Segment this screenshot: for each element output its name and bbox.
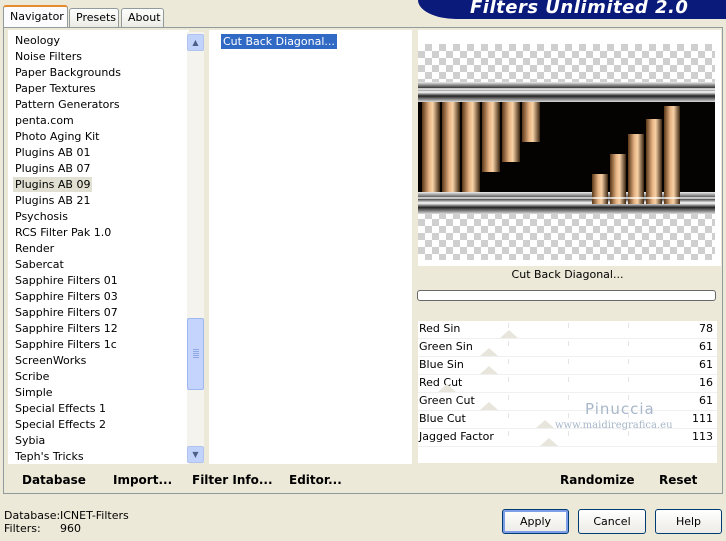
slider-row: Green Cut 61 bbox=[418, 393, 717, 411]
slider-label: Blue Cut bbox=[419, 412, 466, 425]
slider-thumb[interactable] bbox=[480, 402, 498, 410]
progress-bar bbox=[417, 290, 716, 301]
bottom-action-bar: Database Import... Filter Info... Editor… bbox=[8, 466, 717, 493]
status-filters-label: Filters: bbox=[4, 522, 41, 535]
preview-graphic bbox=[418, 82, 715, 214]
tab-navigator-label: Navigator bbox=[10, 10, 64, 23]
slider-row: Red Cut 16 bbox=[418, 375, 717, 393]
slider-row: Jagged Factor 113 bbox=[418, 429, 717, 447]
scroll-down-button[interactable]: ▼ bbox=[187, 446, 204, 463]
status-database-value: ICNET-Filters bbox=[60, 509, 129, 522]
watermark-url: www.maidiregrafica.eu bbox=[555, 420, 673, 431]
slider-track[interactable] bbox=[478, 377, 658, 382]
category-item[interactable]: Sapphire Filters 07 bbox=[13, 305, 120, 320]
category-item[interactable]: Special Effects 2 bbox=[13, 417, 108, 432]
help-button[interactable]: Help bbox=[655, 509, 722, 534]
slider-label: Green Sin bbox=[419, 340, 473, 353]
tab-about-label: About bbox=[128, 11, 161, 24]
filter-info-button[interactable]: Filter Info... bbox=[192, 473, 273, 487]
selected-filter-name: Cut Back Diagonal... bbox=[511, 268, 624, 281]
parameter-sliders: Red Sin 78 Green Sin 61 Blue Sin 61 Red Cut 16 G… bbox=[418, 321, 717, 463]
slider-value: 113 bbox=[692, 430, 713, 443]
preview-image bbox=[418, 44, 715, 260]
category-item[interactable]: Sapphire Filters 03 bbox=[13, 289, 120, 304]
tab-presets-label: Presets bbox=[76, 11, 117, 24]
category-item[interactable]: penta.com bbox=[13, 113, 76, 128]
status-filters-value: 960 bbox=[60, 522, 81, 535]
randomize-button[interactable]: Randomize bbox=[560, 473, 634, 487]
slider-value: 16 bbox=[699, 376, 713, 389]
slider-track[interactable] bbox=[478, 359, 658, 364]
scroll-up-button[interactable]: ▲ bbox=[187, 34, 204, 51]
editor-button[interactable]: Editor... bbox=[289, 473, 342, 487]
slider-row: Blue Sin 61 bbox=[418, 357, 717, 375]
slider-track[interactable] bbox=[478, 323, 658, 328]
category-item[interactable]: Special Effects 1 bbox=[13, 401, 108, 416]
category-item[interactable]: Sabercat bbox=[13, 257, 66, 272]
slider-label: Red Sin bbox=[419, 322, 461, 335]
category-item[interactable]: Simple bbox=[13, 385, 55, 400]
reset-button[interactable]: Reset bbox=[659, 473, 697, 487]
category-item[interactable]: Paper Backgrounds bbox=[13, 65, 123, 80]
slider-row: Green Sin 61 bbox=[418, 339, 717, 357]
tab-presets[interactable]: Presets bbox=[69, 8, 119, 27]
apply-button[interactable]: Apply bbox=[502, 509, 569, 534]
slider-value: 111 bbox=[692, 412, 713, 425]
category-list[interactable]: Neology Noise Filters Paper Backgrounds Pap… bbox=[8, 30, 189, 464]
slider-track[interactable] bbox=[478, 341, 658, 346]
slider-label: Blue Sin bbox=[419, 358, 464, 371]
chevron-down-icon: ▼ bbox=[192, 450, 199, 459]
slider-track[interactable] bbox=[478, 431, 658, 436]
cancel-button[interactable]: Cancel bbox=[578, 509, 646, 534]
category-item[interactable]: Sapphire Filters 1c bbox=[13, 337, 119, 352]
category-item[interactable]: Scribe bbox=[13, 369, 51, 384]
category-item[interactable]: Photo Aging Kit bbox=[13, 129, 101, 144]
category-item[interactable]: Sapphire Filters 01 bbox=[13, 273, 120, 288]
banner-title: Filters Unlimited 2.0 bbox=[470, 0, 689, 18]
category-item[interactable]: Teph's Tricks bbox=[13, 449, 86, 464]
slider-value: 61 bbox=[699, 394, 713, 407]
category-item[interactable]: Render bbox=[13, 241, 56, 256]
grip-icon bbox=[193, 349, 199, 358]
category-item[interactable]: Noise Filters bbox=[13, 49, 84, 64]
category-scrollbar[interactable]: ▲ ▼ bbox=[187, 32, 204, 463]
slider-thumb[interactable] bbox=[536, 420, 554, 428]
title-banner: Filters Unlimited 2.0 bbox=[418, 0, 726, 19]
slider-thumb[interactable] bbox=[540, 438, 558, 446]
category-item[interactable]: Plugins AB 01 bbox=[13, 145, 92, 160]
watermark-name: Pinuccia bbox=[585, 400, 655, 418]
category-item[interactable]: RCS Filter Pak 1.0 bbox=[13, 225, 113, 240]
category-item[interactable]: Neology bbox=[13, 33, 62, 48]
category-item[interactable]: Pattern Generators bbox=[13, 97, 122, 112]
filter-item[interactable]: Cut Back Diagonal... bbox=[221, 34, 337, 49]
slider-value: 61 bbox=[699, 340, 713, 353]
slider-thumb[interactable] bbox=[480, 348, 498, 356]
category-item[interactable]: ScreenWorks bbox=[13, 353, 88, 368]
category-item[interactable]: Plugins AB 07 bbox=[13, 161, 92, 176]
scroll-thumb[interactable] bbox=[187, 318, 204, 390]
slider-value: 61 bbox=[699, 358, 713, 371]
slider-thumb[interactable] bbox=[500, 330, 518, 338]
filter-list[interactable]: Cut Back Diagonal... bbox=[209, 30, 412, 464]
category-item[interactable]: Plugins AB 09 bbox=[13, 177, 93, 192]
category-item[interactable]: Sybia bbox=[13, 433, 47, 448]
category-item[interactable]: Sapphire Filters 12 bbox=[13, 321, 120, 336]
slider-label: Green Cut bbox=[419, 394, 475, 407]
slider-value: 78 bbox=[699, 322, 713, 335]
tab-about[interactable]: About bbox=[121, 8, 164, 27]
database-button[interactable]: Database bbox=[22, 473, 86, 487]
tab-navigator[interactable]: Navigator bbox=[3, 5, 68, 28]
category-item[interactable]: Plugins AB 21 bbox=[13, 193, 92, 208]
tab-bar: Navigator Presets About Filters Unlimite… bbox=[0, 0, 726, 28]
category-item[interactable]: Paper Textures bbox=[13, 81, 98, 96]
slider-thumb[interactable] bbox=[438, 384, 456, 392]
slider-row: Red Sin 78 bbox=[418, 321, 717, 339]
status-database-label: Database: bbox=[4, 509, 61, 522]
slider-thumb[interactable] bbox=[480, 366, 498, 374]
chevron-up-icon: ▲ bbox=[192, 38, 199, 47]
import-button[interactable]: Import... bbox=[113, 473, 172, 487]
category-item[interactable]: Psychosis bbox=[13, 209, 70, 224]
